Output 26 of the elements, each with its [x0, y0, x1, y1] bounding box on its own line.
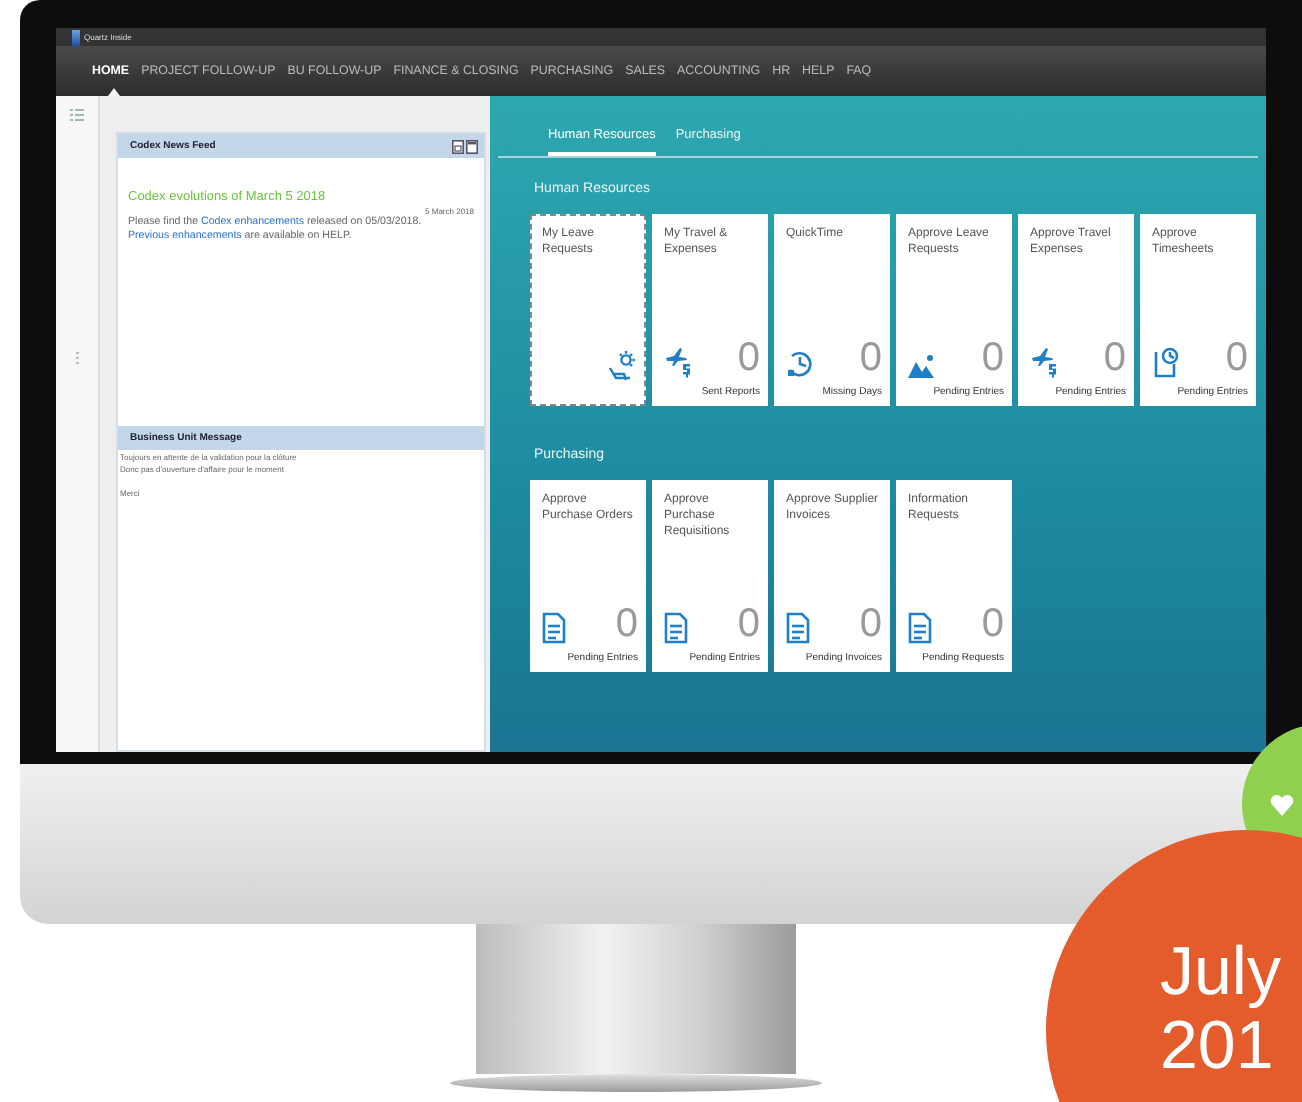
tile-count: 0 [859, 338, 882, 378]
airplane-dollar-icon [664, 346, 692, 378]
tile-count: 0 [859, 604, 882, 644]
restore-icon [452, 139, 464, 153]
sun-chair-icon [606, 350, 638, 382]
document-icon [542, 612, 566, 644]
tile-count: 0 [1103, 338, 1126, 378]
airplane-dollar-icon [1030, 346, 1058, 378]
clock-document-icon [1152, 346, 1180, 378]
tile-count: 0 [981, 338, 1004, 378]
badge-text: 201 [1160, 1010, 1274, 1084]
tile-count: 0 [1225, 338, 1248, 378]
badge-text: July [1160, 936, 1281, 1010]
tile-count: 0 [737, 604, 760, 644]
minimize-icon [466, 139, 478, 153]
logo-icon [72, 29, 80, 45]
tile-count: 0 [737, 338, 760, 378]
heart-icon [1270, 793, 1294, 815]
document-icon [786, 612, 810, 644]
list-icon [70, 108, 84, 122]
clock-icon [786, 350, 814, 378]
document-icon [908, 612, 932, 644]
tile-count: 0 [981, 604, 1004, 644]
document-icon [664, 612, 688, 644]
mountains-icon [908, 354, 936, 378]
tile-count: 0 [615, 604, 638, 644]
